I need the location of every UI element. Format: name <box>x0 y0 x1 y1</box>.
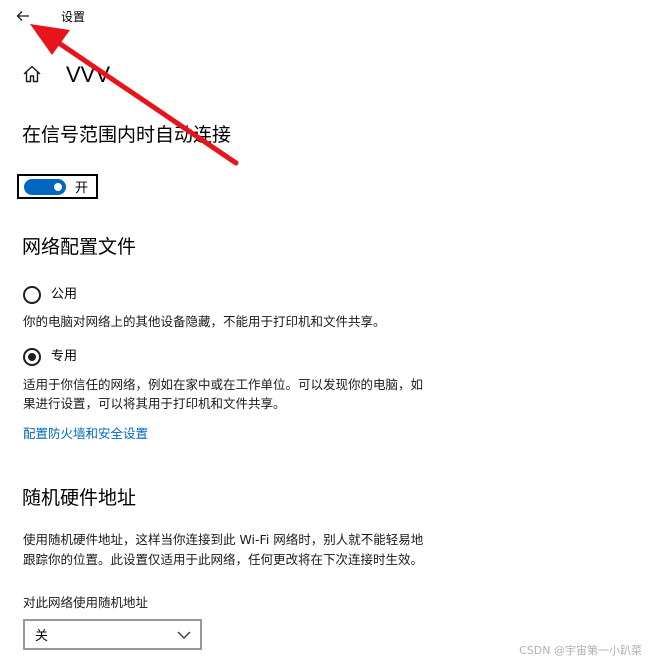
radio-private[interactable] <box>23 348 41 366</box>
back-arrow-icon <box>16 11 29 21</box>
dropdown-value: 关 <box>35 629 49 644</box>
public-description: 你的电脑对网络上的其他设备隐藏，不能用于打印机和文件共享。 <box>23 314 386 329</box>
private-description-line-2: 果进行设置，可以将其用于打印机和文件共享。 <box>23 396 286 411</box>
radio-private-label[interactable]: 专用 <box>51 349 77 365</box>
window-title: 设置 <box>61 10 86 24</box>
back-button[interactable] <box>10 4 36 28</box>
random-mac-select-label: 对此网络使用随机地址 <box>23 595 149 610</box>
random-mac-description-line-2: 跟踪你的位置。此设置仅适用于此网络，任何更改将在下次连接时生效。 <box>23 552 424 567</box>
radio-selected-dot <box>28 353 36 361</box>
toggle-state-label: 开 <box>75 181 89 196</box>
radio-public[interactable] <box>23 286 41 304</box>
random-mac-dropdown[interactable]: 关 <box>23 619 202 650</box>
home-icon[interactable] <box>22 64 42 84</box>
auto-connect-toggle[interactable]: 开 <box>17 174 98 199</box>
random-mac-heading: 随机硬件地址 <box>22 487 137 509</box>
chevron-down-icon <box>177 631 191 639</box>
watermark: CSDN @宇宙第一小趴菜 <box>519 644 642 657</box>
random-mac-description-line-1: 使用随机硬件地址，这样当你连接到此 Wi-Fi 网络时，别人就不能轻易地 <box>23 532 424 547</box>
page-title: VVV <box>66 62 111 87</box>
auto-connect-heading: 在信号范围内时自动连接 <box>22 124 232 146</box>
network-profile-heading: 网络配置文件 <box>22 236 137 258</box>
radio-public-label[interactable]: 公用 <box>51 287 77 303</box>
toggle-knob <box>54 182 62 191</box>
toggle-track <box>24 178 66 195</box>
firewall-settings-link[interactable]: 配置防火墙和安全设置 <box>23 425 148 443</box>
